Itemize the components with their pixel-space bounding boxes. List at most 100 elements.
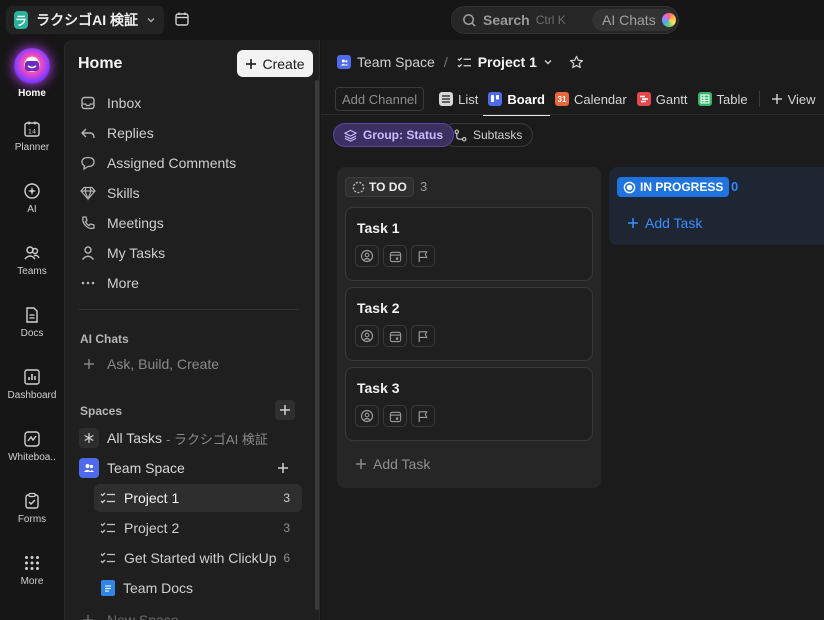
assignee-icon[interactable]: [355, 245, 379, 267]
dashed-circle-icon: [352, 181, 365, 194]
calendar-icon[interactable]: [174, 11, 190, 27]
due-date-icon[interactable]: [383, 245, 407, 267]
view-tabs: Add Channel List Board 31 Calendar Gantt…: [335, 84, 821, 116]
list-item-team-docs[interactable]: Team Docs: [94, 574, 302, 602]
ai-icon: [23, 182, 41, 200]
sidebar-item-more[interactable]: More: [79, 270, 299, 296]
ai-chats-button[interactable]: AI Chats: [592, 9, 676, 31]
space-team-space[interactable]: Team Space: [79, 454, 299, 482]
chevron-down-icon[interactable]: [543, 57, 553, 67]
flag-icon[interactable]: [411, 245, 435, 267]
tab-table[interactable]: Table: [693, 84, 753, 114]
table-icon: [697, 92, 712, 106]
sidebar-item-label: Meetings: [107, 215, 164, 231]
all-tasks-workspace: - ラクシゴAI 検証: [165, 431, 268, 447]
star-icon[interactable]: [569, 55, 584, 70]
rail-item-dashboards[interactable]: Dashboard: [0, 368, 64, 401]
new-space-button[interactable]: New Space: [79, 607, 299, 620]
assignee-icon[interactable]: [355, 325, 379, 347]
rail-item-teams[interactable]: Teams: [0, 244, 64, 277]
rail-item-home[interactable]: Home: [0, 48, 64, 99]
sidebar-item-skills[interactable]: Skills: [79, 180, 299, 206]
rail-label-docs: Docs: [20, 328, 44, 339]
sidebar-item-meetings[interactable]: Meetings: [79, 210, 299, 236]
spaces-section-title: Spaces: [80, 404, 123, 418]
sidebar-item-inbox[interactable]: Inbox: [79, 90, 299, 116]
comment-icon: [79, 155, 97, 171]
forms-icon: [23, 492, 41, 510]
task-title: Task 1: [357, 220, 400, 236]
task-card[interactable]: Task 3: [345, 367, 593, 441]
add-task-button[interactable]: Add Task: [627, 215, 702, 231]
add-view-button[interactable]: View: [766, 84, 821, 114]
board-icon: [488, 92, 503, 106]
task-card[interactable]: Task 1: [345, 207, 593, 281]
status-badge[interactable]: IN PROGRESS: [617, 177, 730, 197]
due-date-icon[interactable]: [383, 405, 407, 427]
team-space-icon: [337, 55, 351, 69]
list-item-project-1[interactable]: Project 1 3: [94, 484, 302, 512]
tab-label: Gantt: [655, 91, 688, 107]
rail-item-whiteboards[interactable]: Whiteboa..: [0, 430, 64, 463]
add-to-space-icon[interactable]: [277, 462, 289, 474]
create-button[interactable]: Create: [237, 50, 313, 77]
rail-label-planner: Planner: [14, 142, 50, 153]
ai-chats-new[interactable]: Ask, Build, Create: [83, 356, 219, 372]
status-badge[interactable]: TO DO: [345, 177, 414, 197]
plus-icon: [79, 614, 97, 620]
rail-label-teams: Teams: [17, 266, 47, 277]
tab-list[interactable]: List: [434, 84, 483, 114]
search-label: Search: [483, 12, 530, 28]
rail-item-more[interactable]: More: [0, 554, 64, 587]
sidebar-scrollbar[interactable]: [315, 80, 319, 610]
breadcrumb-project[interactable]: Project 1: [478, 54, 537, 70]
tab-gantt[interactable]: Gantt: [632, 84, 693, 114]
sidebar: Home Create Inbox Replies Assigned Comme…: [64, 40, 320, 620]
subtasks-chip[interactable]: Subtasks: [443, 123, 534, 147]
task-card[interactable]: Task 2: [345, 287, 593, 361]
sidebar-item-replies[interactable]: Replies: [79, 120, 299, 146]
rail-item-forms[interactable]: Forms: [0, 492, 64, 525]
workspace-name: ラクシゴAI 検証: [36, 12, 138, 28]
search-bar[interactable]: Search Ctrl K AI Chats: [451, 6, 679, 34]
plus-icon: [355, 458, 367, 470]
rail-item-docs[interactable]: Docs: [0, 306, 64, 339]
diamond-icon: [79, 185, 97, 201]
task-count: 3: [283, 491, 290, 505]
ai-sparkle-icon: [661, 13, 676, 27]
group-by-status-chip[interactable]: Group: Status: [333, 123, 454, 147]
breadcrumb-space[interactable]: Team Space: [357, 54, 435, 70]
due-date-icon[interactable]: [383, 325, 407, 347]
add-task-button[interactable]: Add Task: [355, 456, 430, 472]
flag-icon[interactable]: [411, 325, 435, 347]
assignee-icon[interactable]: [355, 405, 379, 427]
tab-calendar[interactable]: 31 Calendar: [550, 84, 632, 114]
plus-icon: [627, 217, 639, 229]
tab-board[interactable]: Board: [483, 84, 550, 116]
checklist-icon: [100, 491, 116, 505]
tab-label: Table: [716, 91, 748, 107]
subtasks-chip-label: Subtasks: [473, 128, 523, 142]
workspace-logo: ラ: [14, 11, 29, 29]
ai-chats-label: AI Chats: [602, 12, 656, 28]
column-count: 3: [420, 179, 428, 194]
rail-item-planner[interactable]: 14 Planner: [0, 120, 64, 153]
user-icon: [79, 245, 97, 261]
list-item-get-started[interactable]: Get Started with ClickUp 6: [94, 544, 302, 572]
add-space-button[interactable]: [275, 400, 295, 420]
layers-icon: [344, 129, 357, 142]
all-tasks-item[interactable]: All Tasks - ラクシゴAI 検証: [79, 424, 299, 452]
in-progress-icon: [623, 181, 636, 194]
rail-item-ai[interactable]: AI: [0, 182, 64, 215]
workspace-switcher[interactable]: ラ ラクシゴAI 検証: [6, 6, 164, 34]
list-item-label: Get Started with ClickUp: [124, 550, 277, 566]
add-channel-button[interactable]: Add Channel: [335, 87, 425, 111]
list-item-project-2[interactable]: Project 2 3: [94, 514, 302, 542]
create-label: Create: [262, 55, 305, 72]
planner-icon: 14: [23, 120, 41, 138]
sidebar-item-assigned-comments[interactable]: Assigned Comments: [79, 150, 299, 176]
rail-label-dashboards: Dashboard: [7, 390, 57, 401]
sidebar-item-my-tasks[interactable]: My Tasks: [79, 240, 299, 266]
board-column-in-progress: IN PROGRESS 0 Add Task: [609, 167, 824, 245]
flag-icon[interactable]: [411, 405, 435, 427]
